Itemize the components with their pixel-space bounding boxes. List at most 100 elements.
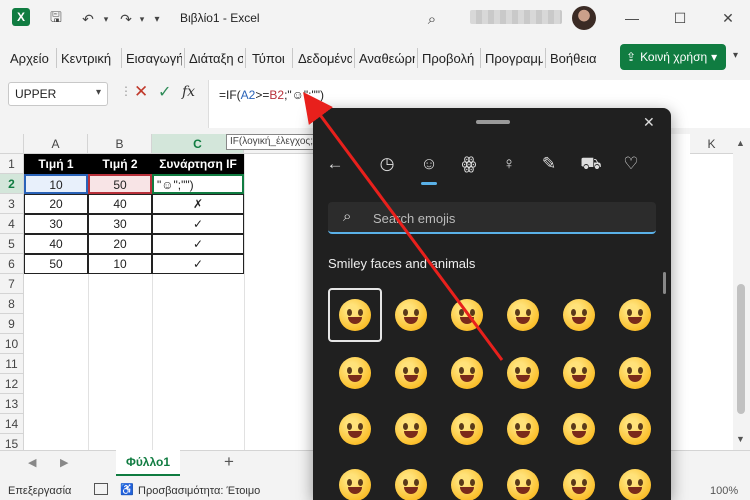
table-cell[interactable]: ✓ <box>152 254 244 274</box>
column-header[interactable]: K <box>690 134 734 154</box>
chevron-down-icon[interactable]: ▾ <box>96 87 101 98</box>
row-header[interactable]: 4 <box>0 214 24 234</box>
chevron-down-icon[interactable]: ▾ <box>136 7 148 31</box>
cancel-icon[interactable]: ✕ <box>134 82 148 102</box>
emoji-thinking[interactable] <box>608 458 662 500</box>
table-cell[interactable]: 10 <box>24 174 88 194</box>
row-header[interactable]: 10 <box>0 334 24 354</box>
table-cell[interactable]: 40 <box>88 194 152 214</box>
emoji-smiling-eyes[interactable] <box>440 346 494 400</box>
close-icon[interactable]: ✕ <box>643 114 655 131</box>
macro-recording-icon[interactable] <box>94 483 108 495</box>
table-cell[interactable]: ✗ <box>152 194 244 214</box>
tab-help[interactable]: Βοήθεια <box>550 51 604 66</box>
table-cell[interactable]: 20 <box>88 234 152 254</box>
redo-icon[interactable]: ↷ <box>114 7 138 31</box>
clipboard-icon[interactable]: ⛟ <box>579 154 603 176</box>
emoji-grinning-squinting[interactable] <box>328 288 382 342</box>
close-icon[interactable]: ✕ <box>716 6 740 30</box>
emoji-hand-over-mouth[interactable] <box>496 458 550 500</box>
row-header[interactable]: 12 <box>0 374 24 394</box>
zoom-level[interactable]: 100% <box>710 485 738 497</box>
tab-developer[interactable]: Προγραμματιστής <box>485 51 543 66</box>
table-cell[interactable]: 10 <box>88 254 152 274</box>
name-box[interactable]: UPPER ▾ <box>8 82 108 106</box>
table-cell[interactable]: 20 <box>24 194 88 214</box>
row-header[interactable]: 6 <box>0 254 24 274</box>
row-header[interactable]: 1 <box>0 154 24 174</box>
emoji-kissing[interactable] <box>496 402 550 456</box>
maximize-icon[interactable]: ☐ <box>668 6 692 30</box>
emoji-joy[interactable] <box>440 288 494 342</box>
scrollbar-thumb[interactable] <box>737 284 745 414</box>
share-button[interactable]: ⇪ Κοινή χρήση ▾ <box>620 44 726 70</box>
tab-review[interactable]: Αναθεώρηση <box>359 51 415 66</box>
back-arrow-icon[interactable]: ← <box>323 154 347 174</box>
table-header-cell[interactable]: Συνάρτηση IF <box>152 154 244 174</box>
select-all-corner[interactable] <box>0 134 24 154</box>
emoji-grinning[interactable] <box>552 288 606 342</box>
row-header[interactable]: 13 <box>0 394 24 414</box>
table-header-cell[interactable]: Τιμή 2 <box>88 154 152 174</box>
emoji-heart-eyes[interactable] <box>328 402 382 456</box>
gif-icon[interactable]: ✎ <box>537 154 561 174</box>
row-header[interactable]: 3 <box>0 194 24 214</box>
add-sheet-icon[interactable]: + <box>224 452 234 472</box>
search-icon[interactable]: ⌕ <box>420 7 444 31</box>
emoji-rofl[interactable] <box>496 288 550 342</box>
row-header[interactable]: 9 <box>0 314 24 334</box>
tab-page-layout[interactable]: Διάταξη σελίδας <box>189 51 243 66</box>
chevron-right-icon[interactable]: ▶ <box>60 456 68 469</box>
row-header[interactable]: 15 <box>0 434 24 450</box>
table-cell[interactable]: 40 <box>24 234 88 254</box>
emoji-kissing-heart[interactable] <box>384 402 438 456</box>
minimize-icon[interactable]: — <box>620 6 644 30</box>
tab-formulas[interactable]: Τύποι <box>252 51 292 66</box>
drag-handle[interactable] <box>476 120 510 124</box>
scrollbar-thumb[interactable] <box>663 272 666 294</box>
chevron-down-icon[interactable]: ▾ <box>100 7 112 31</box>
emoji-sweat-smile[interactable] <box>328 346 382 400</box>
column-header[interactable]: B <box>88 134 152 154</box>
row-header[interactable]: 14 <box>0 414 24 434</box>
emoji-grinning-big-eyes[interactable] <box>384 288 438 342</box>
avatar[interactable] <box>572 6 596 30</box>
recent-clock-icon[interactable]: ◷ <box>375 154 399 174</box>
chevron-left-icon[interactable]: ◀ <box>28 456 36 469</box>
emoji-kissing-closed-eyes[interactable] <box>608 402 662 456</box>
emoji-relaxed[interactable] <box>384 458 438 500</box>
enter-icon[interactable]: ✓ <box>158 82 171 102</box>
scroll-down-icon[interactable]: ▼ <box>736 434 745 444</box>
emoji-smile[interactable] <box>608 288 662 342</box>
emoji-laughing[interactable] <box>384 346 438 400</box>
emoji-kissing-smiling-eyes[interactable] <box>552 402 606 456</box>
accessibility-status[interactable]: Προσβασιμότητα: Έτοιμο <box>138 485 260 497</box>
table-cell[interactable]: 50 <box>88 174 152 194</box>
undo-icon[interactable]: ↶ <box>76 7 100 31</box>
active-cell[interactable]: "☺";"") <box>152 174 244 194</box>
emoji-hugging[interactable] <box>440 458 494 500</box>
tab-insert[interactable]: Εισαγωγή <box>126 51 182 66</box>
table-cell[interactable]: ✓ <box>152 234 244 254</box>
kaomoji-icon[interactable]: ꙮ <box>457 154 481 174</box>
scroll-up-icon[interactable]: ▲ <box>736 138 745 148</box>
heart-icon[interactable]: ♡ <box>619 154 643 174</box>
tab-file[interactable]: Αρχείο <box>10 51 54 66</box>
row-header[interactable]: 11 <box>0 354 24 374</box>
sheet-tab-active[interactable]: Φύλλο1 <box>116 450 180 476</box>
customize-qat-icon[interactable]: ▾ <box>150 7 164 31</box>
emoji-slightly-smiling[interactable] <box>496 346 550 400</box>
insert-function-icon[interactable]: fx <box>182 84 195 100</box>
row-header[interactable]: 8 <box>0 294 24 314</box>
table-cell[interactable]: 30 <box>88 214 152 234</box>
row-header[interactable]: 7 <box>0 274 24 294</box>
emoji-kiss[interactable] <box>328 458 382 500</box>
table-header-cell[interactable]: Τιμή 1 <box>24 154 88 174</box>
tab-view[interactable]: Προβολή <box>422 51 478 66</box>
smiley-icon[interactable]: ☺ <box>417 154 441 174</box>
accessibility-icon[interactable]: ♿ <box>120 483 134 496</box>
table-cell[interactable]: 30 <box>24 214 88 234</box>
column-header[interactable]: A <box>24 134 88 154</box>
tab-home[interactable]: Κεντρική <box>61 51 119 66</box>
emoji-smiling-hearts[interactable] <box>440 402 494 456</box>
